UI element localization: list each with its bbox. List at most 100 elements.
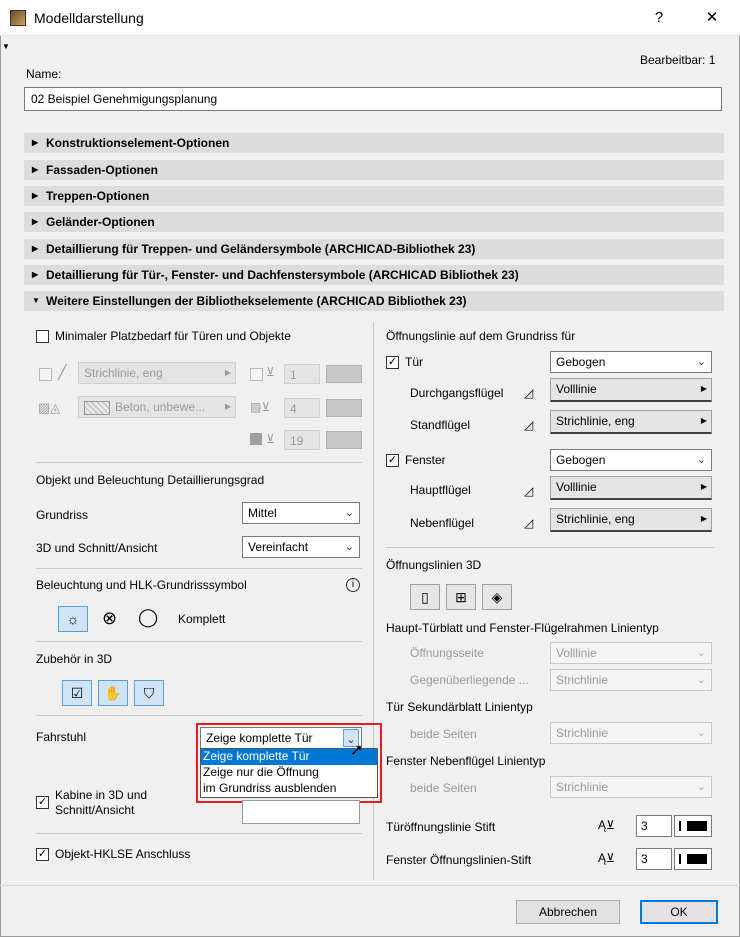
section-tuer-symbole[interactable]: ▶ Detaillierung für Tür-, Fenster- und Da… [24, 265, 724, 285]
pen3-input[interactable]: 19 [284, 430, 320, 450]
gegen-select[interactable]: Strichlinie ⌄ [550, 669, 712, 691]
neben-label: Nebenflügel [410, 516, 475, 530]
expand-icon: ▶ [32, 191, 39, 200]
window-3d-icon[interactable]: ⊞ [446, 584, 476, 610]
grundriss-label: Grundriss [36, 508, 89, 522]
pen-tuer-input[interactable]: 3 [636, 815, 672, 837]
accessory-list-icon[interactable]: ☑ [62, 680, 92, 706]
detail-title: Objekt und Beleuchtung Detaillierungsgra… [36, 473, 265, 487]
section-konstruktion[interactable]: ▶ Konstruktionselement-Optionen [24, 133, 724, 153]
hklse-label: Objekt-HKLSE Anschluss [55, 847, 191, 861]
pen1-input[interactable]: 1 [284, 364, 320, 384]
pen-icon: ⊻ [266, 432, 275, 446]
chevron-down-icon: ⌄ [344, 541, 354, 553]
divider [36, 641, 362, 642]
min-space-checkbox[interactable] [36, 330, 49, 343]
accessory-bin-icon[interactable]: ⛉ [134, 680, 164, 706]
pen-tuer-label: Türöffnungslinie Stift [386, 820, 496, 834]
highlight-frame [196, 723, 382, 803]
pen2-swatch[interactable] [326, 399, 362, 417]
editable-count: Bearbeitbar: 1 [640, 53, 716, 67]
section-gelaender[interactable]: ▶ Geländer-Optionen [24, 212, 724, 232]
accessory-hand-icon[interactable]: ✋ [98, 680, 128, 706]
schnitt-select[interactable]: Vereinfacht ⌄ [242, 536, 360, 558]
section-fassaden[interactable]: ▶ Fassaden-Optionen [24, 160, 724, 180]
divider [386, 547, 714, 548]
fahrstuhl-label: Fahrstuhl [36, 730, 87, 744]
tuer-checkbox[interactable]: ✓ [386, 356, 399, 369]
pen-icon: ⊻ [266, 365, 275, 379]
section-treppen[interactable]: ▶ Treppen-Optionen [24, 186, 724, 206]
skylight-3d-icon[interactable]: ◈ [482, 584, 512, 610]
chevron-down-icon: ⌄ [696, 647, 706, 659]
neben-title: Fenster Nebenflügel Linientyp [386, 754, 546, 768]
expand-icon: ▶ [32, 138, 39, 147]
fenster-label: Fenster [405, 453, 446, 467]
fenster-checkbox[interactable]: ✓ [386, 454, 399, 467]
tuer-select[interactable]: Gebogen ⌄ [550, 351, 712, 373]
haupt-line-select[interactable]: Volllinie ▶ [550, 476, 712, 500]
stand-label: Standflügel [410, 418, 471, 432]
window-title: Modelldarstellung [34, 10, 144, 26]
gegen-label: Gegenüberliegende ... [410, 673, 529, 687]
pen-fenster-input[interactable]: 3 [636, 848, 672, 870]
pen-fenster-swatch[interactable] [674, 848, 712, 870]
lighting-simple-icon[interactable]: ◯ [138, 607, 158, 628]
chevron-down-icon: ⌄ [696, 727, 706, 739]
mouse-cursor-icon: ➚ [350, 742, 364, 759]
door-3d-icon[interactable]: ▯ [410, 584, 440, 610]
fill-pen-icon: ▨⊻ [250, 400, 271, 414]
grundriss-select[interactable]: Mittel ⌄ [242, 502, 360, 524]
neben-line-select[interactable]: Strichlinie, eng ▶ [550, 508, 712, 532]
beide2-select[interactable]: Strichlinie ⌄ [550, 776, 712, 798]
pen2-input[interactable]: 4 [284, 398, 320, 418]
pen3-swatch[interactable] [326, 431, 362, 449]
footer-divider [0, 885, 740, 886]
swing-icon: ◿ [524, 516, 534, 530]
chevron-down-icon: ⌄ [696, 356, 706, 368]
info-icon[interactable]: i [346, 578, 360, 592]
fill-select[interactable]: Beton, unbewe... ▶ [78, 396, 236, 418]
close-button[interactable]: ✕ [700, 6, 724, 30]
section-treppen-symbole[interactable]: ▶ Detaillierung für Treppen- und Geländer… [24, 239, 724, 259]
expand-icon: ▶ [32, 165, 39, 174]
divider [36, 833, 362, 834]
divider [36, 715, 362, 716]
swing-icon: ◿ [524, 386, 534, 400]
expand-icon: ▶ [32, 217, 39, 226]
haupt-tuer-title: Haupt-Türblatt und Fenster-Flügelrahmen … [386, 621, 659, 635]
sek-title: Tür Sekundärblatt Linientyp [386, 700, 533, 714]
beide1-select[interactable]: Strichlinie ⌄ [550, 722, 712, 744]
oeffnungsseite-select[interactable]: Volllinie ⌄ [550, 642, 712, 664]
durchgang-line-select[interactable]: Volllinie ▶ [550, 378, 712, 402]
kabine-checkbox[interactable]: ✓ [36, 796, 49, 809]
fill-icon: ▨◬ [38, 400, 61, 415]
hklse-checkbox[interactable]: ✓ [36, 848, 49, 861]
zubehoer-title: Zubehör in 3D [36, 652, 113, 666]
cancel-button[interactable]: Abbrechen [516, 900, 620, 924]
pen1-swatch[interactable] [326, 365, 362, 383]
beide2-label: beide Seiten [410, 781, 477, 795]
name-label: Name: [26, 67, 62, 81]
lighting-title: Beleuchtung und HLK-Grundrisssymbol [36, 578, 247, 592]
lighting-symbol-icon[interactable]: ⊗ [102, 608, 117, 629]
divider [36, 462, 362, 463]
lighting-full-icon[interactable]: ☼ [58, 606, 88, 632]
durchgang-label: Durchgangsflügel [410, 386, 504, 400]
ok-button[interactable]: OK [640, 900, 718, 924]
beide1-label: beide Seiten [410, 727, 477, 741]
line-checkbox[interactable] [39, 368, 52, 381]
lines3d-title: Öffnungslinien 3D [386, 558, 482, 572]
stand-line-select[interactable]: Strichlinie, eng ▶ [550, 410, 712, 434]
section-weitere[interactable]: ▼ Weitere Einstellungen der Bibliotheksel… [24, 291, 724, 311]
pen-tuer-swatch[interactable] [674, 815, 712, 837]
fenster-select[interactable]: Gebogen ⌄ [550, 449, 712, 471]
pen-icon: Ą⊻ [598, 851, 615, 865]
elevator-preview [242, 800, 360, 824]
chevron-down-icon: ⌄ [344, 507, 354, 519]
help-button[interactable]: ? [647, 6, 671, 30]
line-type-select[interactable]: Strichlinie, eng ▶ [78, 362, 236, 384]
pen1-checkbox[interactable] [250, 368, 263, 381]
schnitt-label: 3D und Schnitt/Ansicht [36, 541, 158, 555]
name-input[interactable]: 02 Beispiel Genehmigungsplanung [24, 87, 722, 111]
